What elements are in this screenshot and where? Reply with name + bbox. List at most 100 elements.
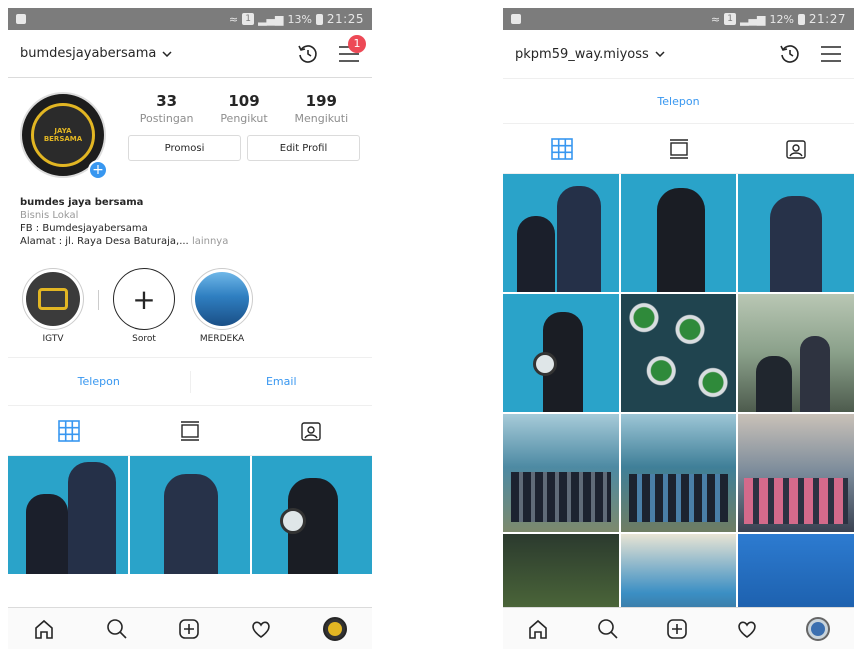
- tab-tagged[interactable]: [251, 420, 372, 442]
- profile-tabs: [8, 406, 372, 456]
- battery-icon: [315, 13, 323, 25]
- logo-text-bottom: BERSAMA: [43, 135, 83, 143]
- username: pkpm59_way.miyoss: [515, 46, 649, 62]
- following-count: 199: [305, 92, 337, 110]
- stat-posts[interactable]: 33 Postingan: [128, 92, 205, 125]
- grid-photo[interactable]: [620, 294, 737, 412]
- wifi-icon: ≈: [710, 12, 721, 26]
- hamburger-menu-icon[interactable]: [820, 45, 842, 63]
- grid-photo[interactable]: [503, 294, 619, 412]
- tab-feed[interactable]: [620, 138, 737, 160]
- promote-button[interactable]: Promosi: [128, 135, 241, 161]
- status-bar: ≈ 1 ▂▄▆ 13% 21:25: [8, 8, 372, 30]
- bio-name: bumdes jaya bersama: [20, 197, 144, 208]
- profile-header: pkpm59_way.miyoss: [503, 30, 854, 78]
- story-highlights: IGTV + Sorot MERDEKA: [8, 254, 372, 358]
- notification-badge: 1: [348, 34, 366, 53]
- new-post-icon[interactable]: [178, 618, 200, 640]
- profile-summary: JAYA BERSAMA + 33 Postingan 109 Pengikut…: [8, 78, 372, 190]
- search-icon[interactable]: [106, 618, 128, 640]
- highlight-merdeka[interactable]: MERDEKA: [189, 268, 255, 344]
- grid-photo[interactable]: [738, 174, 854, 292]
- photo-grid: [503, 174, 854, 649]
- bio-line-fb: FB : Bumdesjayabersama: [20, 223, 148, 234]
- home-icon[interactable]: [527, 618, 549, 640]
- profile-tab-avatar[interactable]: [322, 616, 347, 641]
- wifi-icon: ≈: [228, 12, 239, 26]
- account-switcher[interactable]: pkpm59_way.miyoss: [515, 47, 665, 62]
- chevron-down-icon: [162, 50, 172, 57]
- heart-icon[interactable]: [736, 618, 758, 640]
- highlight-new[interactable]: + Sorot: [111, 268, 177, 344]
- contact-bar: Telepon Email: [8, 358, 372, 406]
- phone-contact-button[interactable]: Telepon: [503, 95, 854, 108]
- tagged-icon: [785, 139, 806, 159]
- stat-following[interactable]: 199 Mengikuti: [283, 92, 360, 125]
- grid-photo[interactable]: [738, 294, 854, 412]
- grid-photo[interactable]: [620, 414, 737, 532]
- followers-label: Pengikut: [220, 112, 268, 125]
- notification-icon: [16, 14, 26, 24]
- sim-icon: 1: [242, 13, 255, 25]
- highlight-label: Sorot: [132, 334, 156, 344]
- tab-grid[interactable]: [8, 419, 129, 442]
- tagged-icon: [301, 421, 322, 441]
- highlight-label: IGTV: [42, 334, 64, 344]
- signal-icon: ▂▄▆: [258, 12, 284, 26]
- battery-icon: [797, 13, 805, 25]
- username: bumdesjayabersama: [20, 46, 157, 61]
- notification-icon: [511, 14, 521, 24]
- new-post-icon[interactable]: [666, 618, 688, 640]
- posts-label: Postingan: [139, 112, 194, 125]
- tab-feed[interactable]: [129, 420, 250, 442]
- bio: bumdes jaya bersama Bisnis Lokal FB : Bu…: [8, 190, 372, 254]
- battery-percent: 12%: [769, 12, 794, 26]
- edit-profile-button[interactable]: Edit Profil: [247, 135, 360, 161]
- profile-header: bumdesjayabersama 1: [8, 30, 372, 78]
- add-story-icon[interactable]: +: [88, 160, 108, 180]
- clock: 21:25: [326, 12, 364, 26]
- sim-icon: 1: [724, 13, 737, 25]
- archive-history-icon[interactable]: [296, 42, 320, 66]
- posts-count: 33: [156, 92, 178, 110]
- highlight-igtv[interactable]: IGTV: [20, 268, 86, 344]
- tab-tagged[interactable]: [737, 138, 854, 160]
- bio-category: Bisnis Lokal: [20, 210, 79, 221]
- profile-screen-right: ≈ 1 ▂▄▆ 12% 21:27 pkpm59_way.miyoss Tele…: [503, 8, 854, 649]
- phone-contact-button[interactable]: Telepon: [8, 375, 190, 388]
- following-label: Mengikuti: [294, 112, 349, 125]
- grid-photo[interactable]: [8, 456, 128, 574]
- grid-photo[interactable]: [252, 456, 372, 574]
- signal-icon: ▂▄▆: [740, 12, 766, 26]
- highlight-thumbnail: [191, 268, 253, 330]
- profile-tab-avatar[interactable]: [806, 616, 831, 641]
- search-icon[interactable]: [597, 618, 619, 640]
- profile-avatar[interactable]: JAYA BERSAMA +: [20, 92, 110, 182]
- logo-text-top: JAYA: [54, 127, 72, 135]
- logo-icon: JAYA BERSAMA: [31, 103, 95, 167]
- bio-line-address: Alamat : jl. Raya Desa Baturaja,... lain…: [20, 235, 360, 248]
- home-icon[interactable]: [33, 618, 55, 640]
- heart-icon[interactable]: [250, 618, 272, 640]
- email-contact-button[interactable]: Email: [191, 375, 373, 388]
- followers-count: 109: [228, 92, 260, 110]
- grid-photo[interactable]: [620, 174, 737, 292]
- feed-icon: [669, 138, 688, 159]
- tab-grid[interactable]: [503, 137, 620, 160]
- grid-photo[interactable]: [503, 174, 619, 292]
- highlight-label: MERDEKA: [199, 334, 245, 344]
- menu-button[interactable]: 1: [338, 34, 366, 63]
- grid-photo[interactable]: [738, 414, 854, 532]
- feed-icon: [180, 420, 199, 441]
- grid-photo[interactable]: [503, 414, 619, 532]
- profile-tabs: [503, 124, 854, 174]
- bottom-navigation: [503, 607, 854, 649]
- account-switcher[interactable]: bumdesjayabersama: [20, 46, 172, 61]
- stat-followers[interactable]: 109 Pengikut: [205, 92, 282, 125]
- bio-more-link[interactable]: lainnya: [192, 236, 228, 247]
- archive-history-icon[interactable]: [778, 42, 802, 66]
- divider: [98, 290, 99, 310]
- chevron-down-icon: [655, 51, 665, 57]
- clock: 21:27: [808, 12, 846, 26]
- grid-photo[interactable]: [130, 456, 250, 574]
